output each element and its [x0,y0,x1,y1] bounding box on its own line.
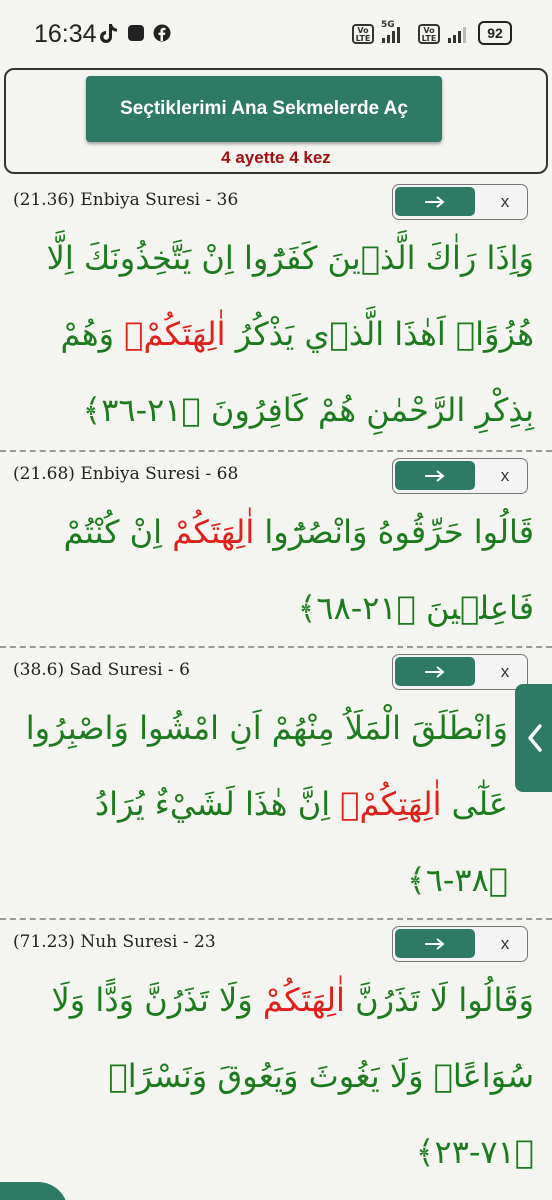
app-square-icon [128,25,144,41]
verse-reference[interactable]: (71.23) Nuh Suresi - 23 [13,932,216,952]
status-bar: 16:34 Vo LTE 5G Vo LTE 92 [0,0,552,66]
chevron-left-icon [528,724,542,752]
occurrence-count: 4 ayette 4 kez [221,148,331,167]
divider [0,646,552,648]
verse-text-before: وَقَالُوا لَا تَذَرُنَّ [344,981,534,1019]
divider [0,918,552,920]
verse-reference[interactable]: (38.6) Sad Suresi - 6 [13,660,190,680]
highlighted-word: اٰلِهَتَكُمْ [172,513,255,551]
highlighted-word: اٰلِهَتَكُمْ [262,981,345,1019]
remove-verse-button[interactable]: x [483,927,527,960]
battery-indicator: 92 [478,21,512,45]
remove-verse-button[interactable]: x [483,655,527,688]
verse-toggle: x [392,926,528,962]
highlighted-word: اٰلِهَتَكُمْۚ [124,315,226,353]
verse-text-before: قَالُوا حَرِّقُوهُ وَانْصُرُٓوا [254,513,534,551]
divider [0,450,552,452]
open-in-main-tabs-button[interactable]: Seçtiklerimi Ana Sekmelerde Aç [86,76,442,142]
open-verse-button[interactable] [395,187,475,216]
volte-icon-2: Vo LTE [418,24,440,44]
arrow-right-icon [425,665,445,678]
highlighted-word: اٰلِهَتِكُمْۚ [340,785,442,823]
signal-icon [382,27,400,43]
verse-reference[interactable]: (21.36) Enbiya Suresi - 36 [13,190,238,210]
status-time: 16:34 [34,20,97,48]
arrow-right-icon [425,195,445,208]
verse-card: (38.6) Sad Suresi - 6 x وَانْطَلَقَ الْم… [0,650,552,916]
arrow-right-icon [425,937,445,950]
verse-toggle: x [392,654,528,690]
volte-icon: Vo LTE [352,24,374,44]
verse-toggle: x [392,458,528,494]
verse-arabic-text: قَالُوا حَرِّقُوهُ وَانْصُرُٓوا اٰلِهَتَ… [14,494,534,646]
results-header: Seçtiklerimi Ana Sekmelerde Aç 4 ayette … [4,68,548,174]
open-verse-button[interactable] [395,461,475,490]
verse-card: (21.68) Enbiya Suresi - 68 x قَالُوا حَر… [0,454,552,644]
open-verse-button[interactable] [395,929,475,958]
remove-verse-button[interactable]: x [483,185,527,218]
remove-verse-button[interactable]: x [483,459,527,492]
signal-icon-2 [448,27,466,43]
open-verse-button[interactable] [395,657,475,686]
verse-card: (21.36) Enbiya Suresi - 36 x وَاِذَا رَا… [0,180,552,448]
tiktok-icon [100,24,117,43]
verse-arabic-text: وَاِذَا رَاٰكَ الَّذ۪ينَ كَفَرُٓوا اِنْ … [14,220,534,448]
verse-card: (71.23) Nuh Suresi - 23 x وَقَالُوا لَا … [0,922,552,1192]
verse-reference[interactable]: (21.68) Enbiya Suresi - 68 [13,464,238,484]
verse-arabic-text: وَانْطَلَقَ الْمَلَاُ مِنْهُمْ اَنِ امْش… [14,690,508,918]
arrow-right-icon [425,469,445,482]
side-panel-tab[interactable] [515,684,552,792]
verse-arabic-text: وَقَالُوا لَا تَذَرُنَّ اٰلِهَتَكُمْ وَل… [14,962,534,1190]
verse-toggle: x [392,184,528,220]
facebook-icon [153,24,171,42]
